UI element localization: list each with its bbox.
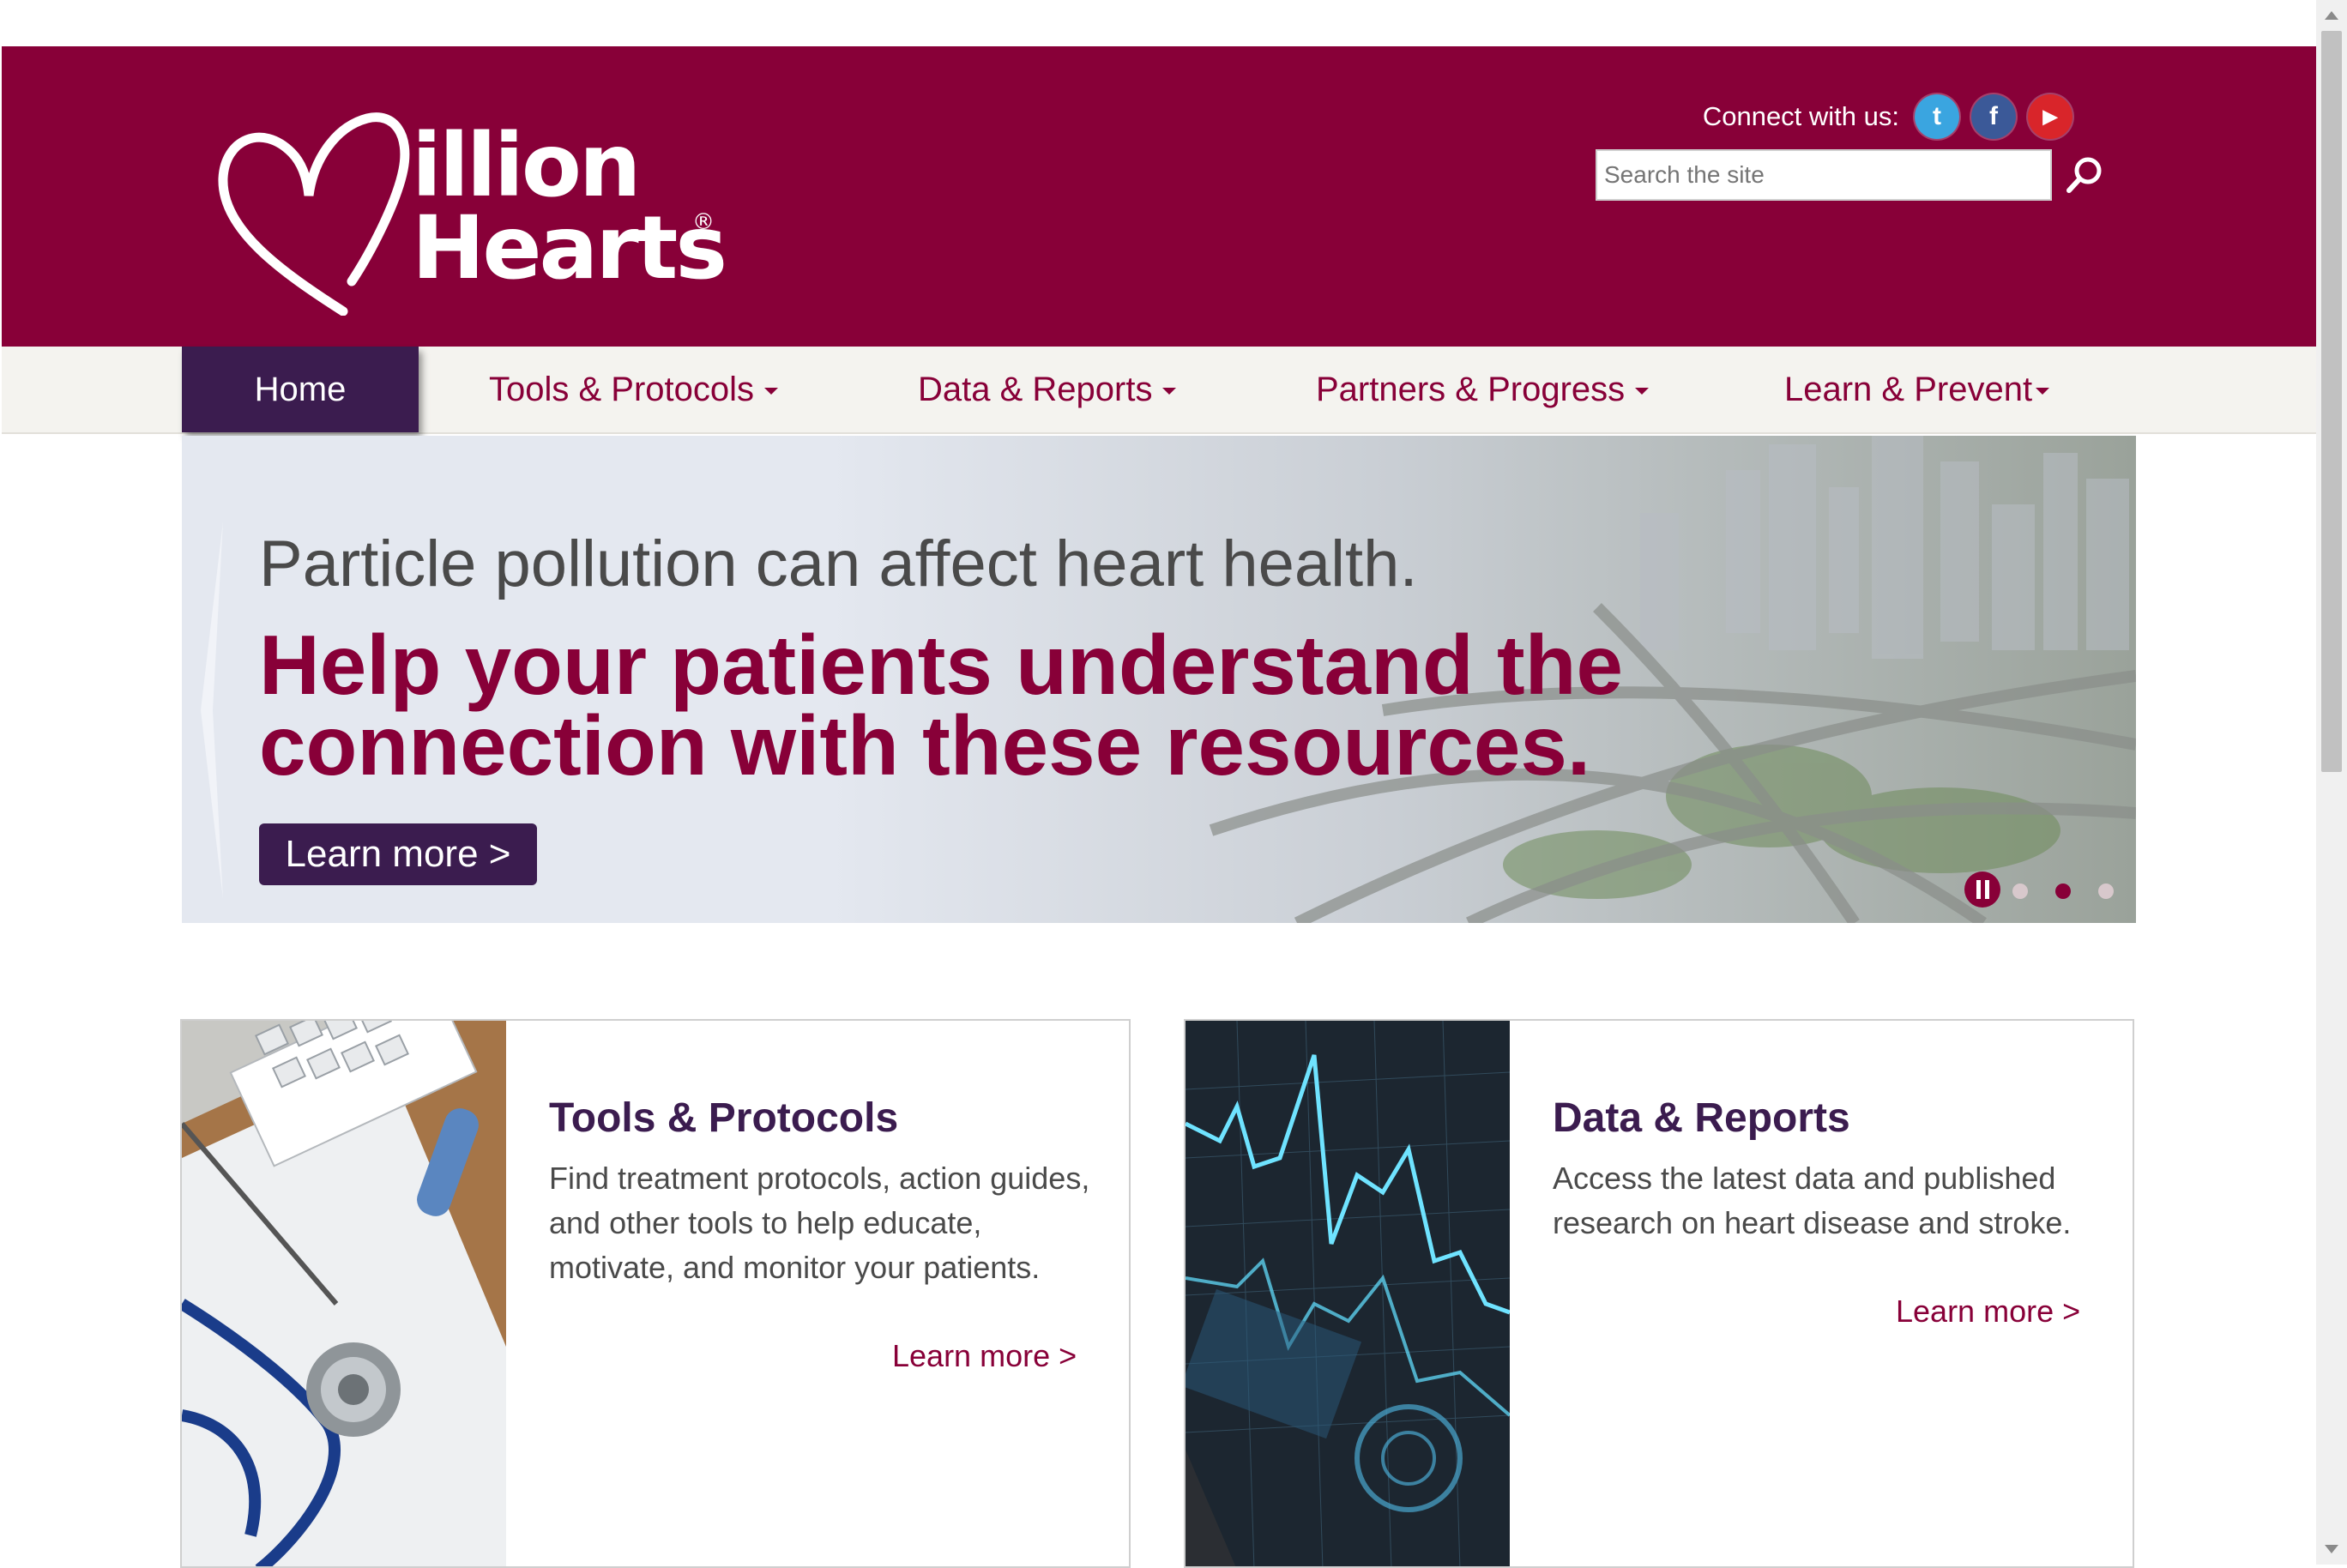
browser-top-strip	[0, 0, 2316, 46]
nav-tools-protocols[interactable]: Tools & Protocols	[489, 347, 779, 432]
scrollbar-thumb[interactable]	[2321, 31, 2342, 772]
data-reports-card: Data & Reports Access the latest data an…	[1184, 1019, 2134, 1568]
twitter-icon[interactable]: t	[1915, 94, 1959, 139]
card-title: Data & Reports	[1553, 1095, 1850, 1141]
nav-tools-protocols-label: Tools & Protocols	[489, 370, 755, 408]
social-connect: Connect with us: t f ▶	[1703, 93, 2072, 141]
card-learn-more-link[interactable]: Learn more >	[1896, 1294, 2080, 1330]
hero-subtitle: Particle pollution can affect heart heal…	[259, 528, 1418, 600]
youtube-icon[interactable]: ▶	[2028, 94, 2072, 139]
search-icon	[2066, 157, 2102, 193]
nav-home[interactable]: Home	[182, 347, 419, 432]
caret-down-icon	[1635, 388, 1650, 395]
carousel-dot-2[interactable]	[2055, 884, 2071, 899]
search-input[interactable]	[1596, 149, 2052, 201]
main-nav: Home Tools & Protocols Data & Reports Pa…	[2, 347, 2316, 434]
facebook-icon[interactable]: f	[1971, 94, 2016, 139]
vertical-scrollbar[interactable]	[2316, 0, 2347, 1565]
scroll-up-icon[interactable]	[2316, 0, 2347, 31]
caret-down-icon	[764, 388, 779, 395]
pause-icon-bar	[1984, 880, 1989, 899]
carousel-pause-button[interactable]	[1964, 871, 2000, 908]
hero-carousel: Particle pollution can affect heart heal…	[182, 436, 2136, 923]
scroll-down-icon[interactable]	[2316, 1534, 2347, 1565]
nav-partners-progress-label: Partners & Progress	[1316, 370, 1626, 408]
nav-partners-progress[interactable]: Partners & Progress	[1316, 347, 1650, 432]
tools-protocols-card: Tools & Protocols Find treatment protoco…	[180, 1019, 1131, 1568]
logo-text-line2: Hearts	[412, 197, 727, 299]
nav-learn-prevent[interactable]: Learn & Prevent	[1784, 347, 2050, 432]
hero-learn-more-button[interactable]: Learn more >	[259, 823, 537, 885]
heart-logo-icon	[218, 112, 410, 316]
carousel-dot-3[interactable]	[2098, 884, 2114, 899]
hero-title: Help your patients understand the connec…	[259, 618, 1623, 793]
clipboard-stethoscope-image	[182, 1021, 506, 1566]
heart-monitor-tablet-image	[1186, 1021, 1510, 1566]
nav-learn-prevent-label: Learn & Prevent	[1784, 370, 2033, 408]
card-title: Tools & Protocols	[549, 1095, 899, 1141]
search-button[interactable]	[2059, 149, 2110, 201]
nav-data-reports-label: Data & Reports	[918, 370, 1153, 408]
card-description: Access the latest data and published res…	[1553, 1161, 2072, 1240]
nav-data-reports[interactable]: Data & Reports	[918, 347, 1177, 432]
card-description: Find treatment protocols, action guides,…	[549, 1161, 1090, 1285]
registered-mark: ®	[692, 209, 715, 235]
pause-icon	[1976, 880, 1981, 899]
carousel-dot-1[interactable]	[2012, 884, 2028, 899]
million-hearts-logo[interactable]: illion Hearts ®	[214, 101, 729, 324]
caret-down-icon	[2036, 388, 2050, 395]
site-header: illion Hearts ® Connect with us: t f ▶	[2, 46, 2316, 347]
connect-label: Connect with us:	[1702, 101, 1899, 131]
card-learn-more-link[interactable]: Learn more >	[892, 1338, 1077, 1374]
caret-down-icon	[1162, 388, 1177, 395]
